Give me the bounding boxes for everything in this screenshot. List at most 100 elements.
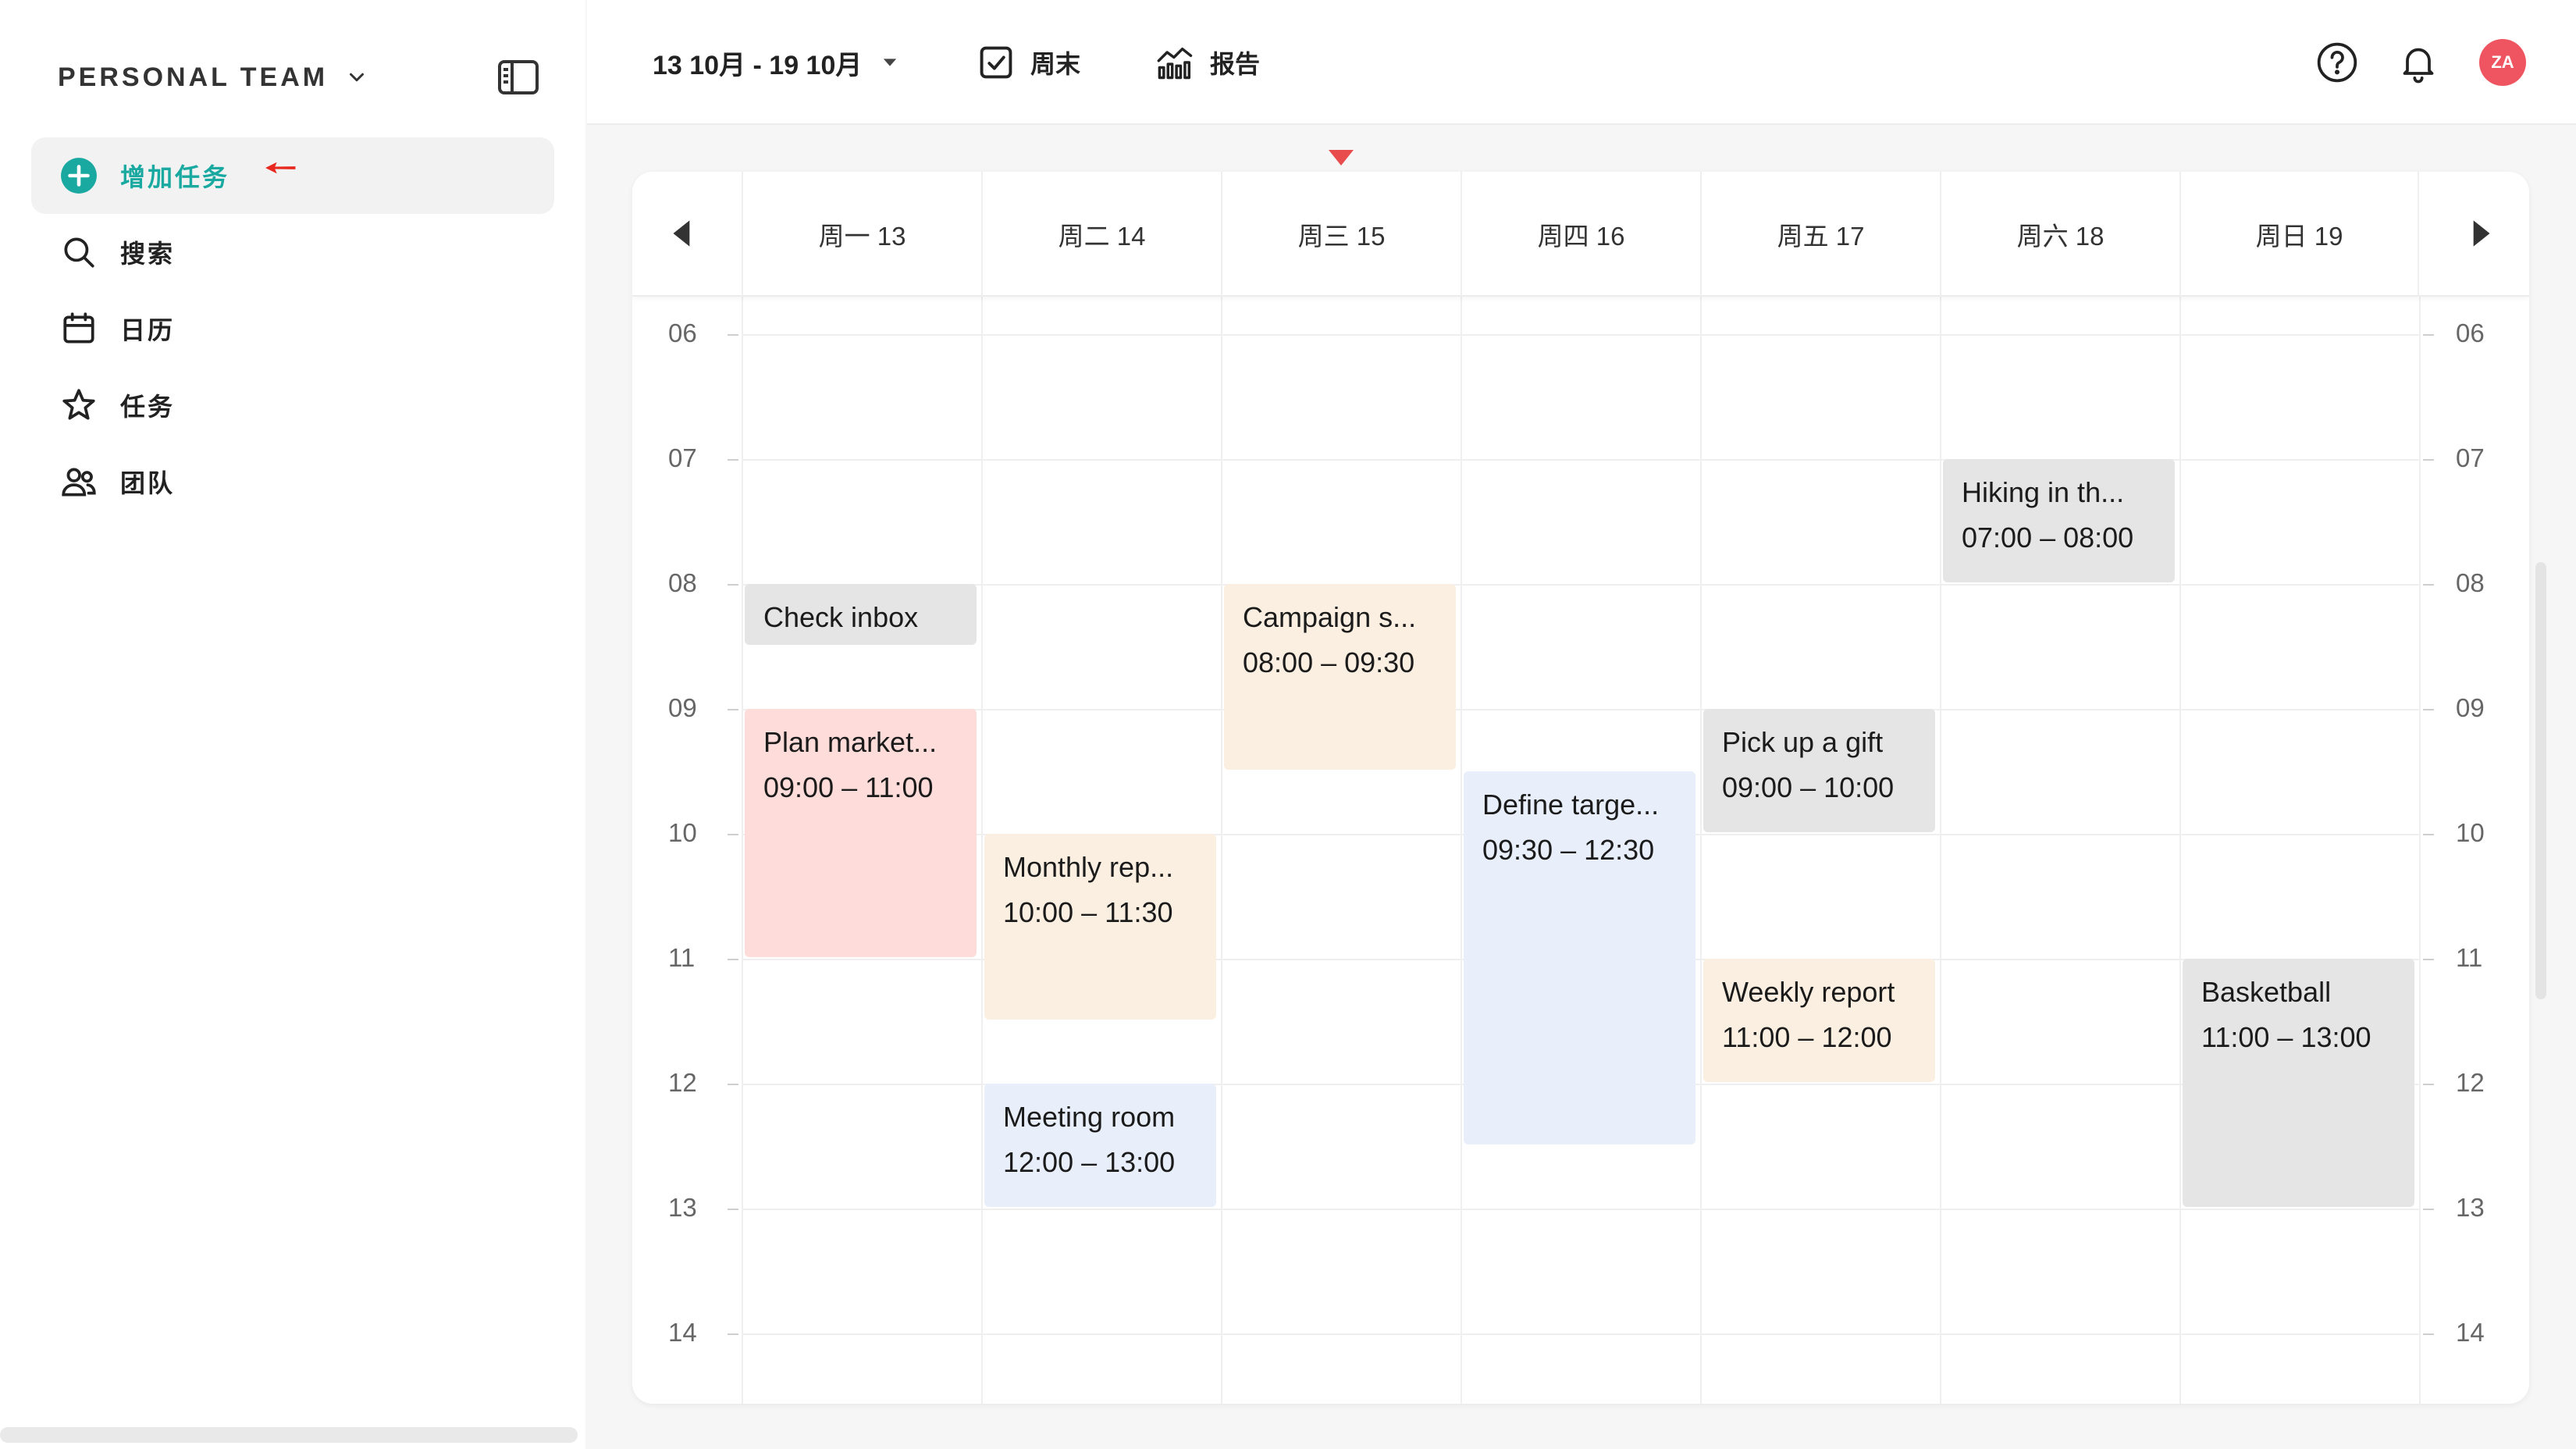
event-time: 11:00 – 12:00 <box>1722 1021 1892 1053</box>
event-card[interactable]: Weekly report 11:00 – 12:00 <box>1703 959 1935 1082</box>
event-time: 09:30 – 12:30 <box>1482 834 1655 866</box>
event-card[interactable]: Meeting room 12:00 – 13:00 <box>984 1084 1216 1207</box>
day-header[interactable]: 周四 16 <box>1461 172 1700 297</box>
tick-l <box>728 959 738 960</box>
day-header[interactable]: 周三 15 <box>1221 172 1461 297</box>
sidebar-scrollbar[interactable] <box>0 1427 578 1443</box>
event-card[interactable]: Hiking in th... 07:00 – 08:00 <box>1943 459 2175 582</box>
hour-label: 09 <box>2456 693 2485 722</box>
sidebar-item-tasks[interactable]: 任务 <box>31 367 554 443</box>
tick-l <box>728 334 738 336</box>
hour-label: 07 <box>2456 443 2485 472</box>
tick-r <box>2423 1209 2434 1210</box>
hour-line <box>742 584 2420 586</box>
day-header[interactable]: 周二 14 <box>981 172 1221 297</box>
hour-label: 10 <box>668 818 697 847</box>
day-header[interactable]: 周六 18 <box>1940 172 2179 297</box>
sidebar-nav: 增加任务 搜索 日历 任务 团队 <box>31 137 554 520</box>
hour-label: 06 <box>2456 319 2485 347</box>
event-title: Meeting room <box>1003 1101 1176 1133</box>
day-header[interactable]: 周日 19 <box>2179 172 2419 297</box>
hour-label: 07 <box>668 443 697 472</box>
sidebar-toggle-icon[interactable] <box>496 58 540 97</box>
event-title: Monthly rep... <box>1003 851 1174 883</box>
hour-label: 14 <box>2456 1318 2485 1347</box>
hour-row: 07 07 <box>632 443 2529 472</box>
event-title: Campaign s... <box>1243 601 1417 633</box>
tick-r <box>2423 334 2434 336</box>
hour-line <box>742 709 2420 710</box>
sidebar-item-label: 团队 <box>120 469 176 497</box>
event-card[interactable]: Check inbox <box>745 584 977 645</box>
event-card[interactable]: Plan market... 09:00 – 11:00 <box>745 709 977 957</box>
event-card[interactable]: Pick up a gift 09:00 – 10:00 <box>1703 709 1935 832</box>
hour-label: 12 <box>668 1068 697 1097</box>
report-label: 报告 <box>1210 50 1261 78</box>
hour-label: 11 <box>668 943 696 972</box>
arrow-left-icon <box>265 162 296 174</box>
sidebar: PERSONAL TEAM 增加任务 搜索 日历 任务 团队 <box>0 0 585 1449</box>
hour-label: 13 <box>668 1193 697 1222</box>
calendar-grid[interactable]: 06 06 07 07 08 08 09 09 10 10 11 11 12 12 13 13 14 14 Chec… <box>632 297 2529 1404</box>
hour-label: 08 <box>668 568 697 597</box>
event-title: Hiking in th... <box>1962 476 2125 508</box>
current-time-marker-icon <box>1329 150 1354 166</box>
event-time: 10:00 – 11:30 <box>1003 896 1173 928</box>
tick-l <box>728 1084 738 1085</box>
hour-label: 10 <box>2456 818 2485 847</box>
day-column-divider <box>2419 297 2421 1404</box>
tick-l <box>728 709 738 710</box>
help-icon[interactable] <box>2315 41 2359 84</box>
event-title: Define targe... <box>1482 789 1660 821</box>
calendar-icon <box>63 312 94 344</box>
weekend-toggle[interactable]: 周末 <box>976 39 1080 86</box>
date-range-picker[interactable]: 13 10月 - 19 10月 <box>653 41 901 84</box>
event-time: 12:00 – 13:00 <box>1003 1146 1176 1178</box>
event-card[interactable]: Campaign s... 08:00 – 09:30 <box>1224 584 1456 770</box>
avatar[interactable]: ZA <box>2479 39 2526 86</box>
report-button[interactable]: 报告 <box>1155 39 1260 86</box>
top-toolbar: 13 10月 - 19 10月 周末 报告 ZA <box>587 0 2576 125</box>
tick-l <box>728 1209 738 1210</box>
sidebar-item-search[interactable]: 搜索 <box>31 214 554 290</box>
tick-l <box>728 834 738 835</box>
tick-r <box>2423 584 2434 586</box>
hour-row: 14 14 <box>632 1318 2529 1347</box>
hour-label: 12 <box>2456 1068 2485 1097</box>
event-card[interactable]: Monthly rep... 10:00 – 11:30 <box>984 834 1216 1020</box>
sidebar-item-calendar[interactable]: 日历 <box>31 290 554 367</box>
day-header[interactable]: 周一 13 <box>742 172 981 297</box>
checkbox-checked-icon <box>980 46 1012 79</box>
next-week-icon[interactable] <box>2460 214 2500 253</box>
event-card[interactable]: Define targe... 09:30 – 12:30 <box>1464 771 1695 1145</box>
hour-label: 11 <box>2456 943 2483 972</box>
sidebar-item-team[interactable]: 团队 <box>31 443 554 520</box>
plus-circle-icon <box>61 158 97 194</box>
team-name: PERSONAL TEAM <box>58 62 329 92</box>
event-time: 09:00 – 10:00 <box>1722 771 1895 803</box>
day-header[interactable]: 周五 17 <box>1700 172 1940 297</box>
event-time: 09:00 – 11:00 <box>763 771 934 803</box>
team-icon <box>62 468 96 497</box>
calendar-scrollbar[interactable] <box>2535 562 2546 999</box>
day-column-divider <box>1940 297 1941 1404</box>
hour-label: 08 <box>2456 568 2485 597</box>
event-time: 11:00 – 13:00 <box>2201 1021 2371 1053</box>
sidebar-item-add-task[interactable]: 增加任务 <box>31 137 554 214</box>
sidebar-item-label: 搜索 <box>120 240 176 268</box>
tick-r <box>2423 459 2434 461</box>
team-switcher[interactable]: PERSONAL TEAM <box>58 58 368 97</box>
hour-label: 09 <box>668 693 697 722</box>
sidebar-item-label: 日历 <box>120 316 176 344</box>
report-chart-icon <box>1157 47 1193 80</box>
bell-icon[interactable] <box>2396 41 2440 84</box>
sidebar-item-label: 增加任务 <box>120 163 230 191</box>
event-title: Basketball <box>2201 976 2332 1008</box>
tick-r <box>2423 959 2434 960</box>
event-time: 07:00 – 08:00 <box>1962 522 2134 554</box>
event-card[interactable]: Basketball 11:00 – 13:00 <box>2183 959 2414 1207</box>
star-icon <box>62 389 95 420</box>
previous-week-icon[interactable] <box>664 214 703 253</box>
tick-l <box>728 1333 738 1335</box>
hour-line <box>742 1209 2420 1210</box>
